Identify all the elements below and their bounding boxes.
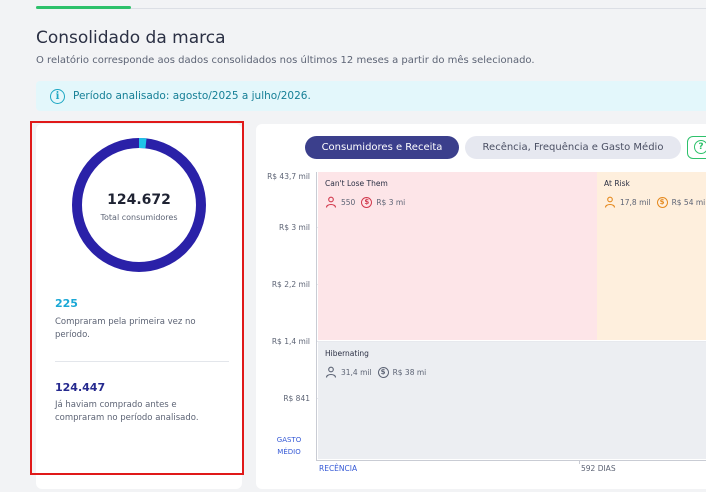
- tab-recency-frequency[interactable]: Recência, Frequência e Gasto Médio: [465, 136, 681, 159]
- segment-stats: 31,4 mil $ R$ 38 mi: [325, 366, 426, 378]
- segment-name: Hibernating: [325, 349, 369, 358]
- question-icon: ?: [694, 140, 706, 154]
- y-tick-label: R$ 2,2 mil: [271, 280, 310, 289]
- y-tick-label: R$ 43,7 mil: [267, 172, 310, 181]
- x-tick-label: 592 DIAS: [581, 464, 616, 473]
- info-banner-text: Período analisado: agosto/2025 a julho/2…: [73, 90, 311, 102]
- y-tick-label: R$ 3 mil: [279, 223, 310, 232]
- y-axis-line: [316, 172, 317, 460]
- segments-chart-card: Consumidores e Receita Recência, Frequên…: [256, 124, 706, 489]
- page-subtitle: O relatório corresponde aos dados consol…: [36, 55, 535, 66]
- segment-name: At Risk: [604, 179, 630, 188]
- page-title: Consolidado da marca: [36, 28, 226, 48]
- segment-stats: 550 $ R$ 3 mi: [325, 196, 405, 208]
- segment-at-risk[interactable]: At Risk 17,8 mil $ R$ 54 mi: [597, 172, 706, 340]
- person-icon: [604, 196, 616, 208]
- money-icon: $: [361, 196, 373, 208]
- help-button[interactable]: ?: [687, 136, 706, 159]
- tab-consumers-revenue[interactable]: Consumidores e Receita: [305, 136, 459, 159]
- segment-revenue: R$ 3 mi: [376, 197, 406, 207]
- person-icon: [325, 366, 337, 378]
- highlight-annotation-box: [30, 121, 244, 475]
- segments-plot-area: Can't Lose Them 550 $ R$ 3 mi At Risk 17…: [316, 172, 706, 461]
- segment-consumers: 17,8 mil: [620, 197, 651, 207]
- top-tab-bar: [0, 0, 706, 10]
- tab-bar-line: [36, 8, 706, 9]
- x-axis-label: RECÊNCIA: [319, 464, 358, 473]
- money-icon: $: [656, 196, 668, 208]
- segment-revenue: R$ 54 mi: [671, 197, 706, 207]
- person-icon: [325, 196, 337, 208]
- money-icon: $: [377, 366, 389, 378]
- info-icon: i: [50, 88, 65, 104]
- segment-consumers: 31,4 mil: [341, 367, 372, 377]
- segment-hibernating[interactable]: Hibernating 31,4 mil $ R$ 38 mi: [318, 342, 706, 459]
- segment-cant-lose-them[interactable]: Can't Lose Them 550 $ R$ 3 mi: [318, 172, 597, 340]
- segment-name: Can't Lose Them: [325, 179, 388, 188]
- y-tick-label: R$ 841: [283, 394, 310, 403]
- segment-stats: 17,8 mil $ R$ 54 mi: [604, 196, 705, 208]
- segment-revenue: R$ 38 mi: [392, 367, 427, 377]
- y-tick-label: R$ 1,4 mil: [271, 337, 310, 346]
- active-tab-indicator[interactable]: [36, 6, 131, 9]
- x-tick-mark: [579, 460, 580, 464]
- info-banner: i Período analisado: agosto/2025 a julho…: [36, 81, 706, 111]
- segment-consumers: 550: [341, 197, 356, 207]
- x-axis-line: [316, 460, 706, 461]
- y-axis-label: GASTO MÉDIO: [276, 436, 302, 456]
